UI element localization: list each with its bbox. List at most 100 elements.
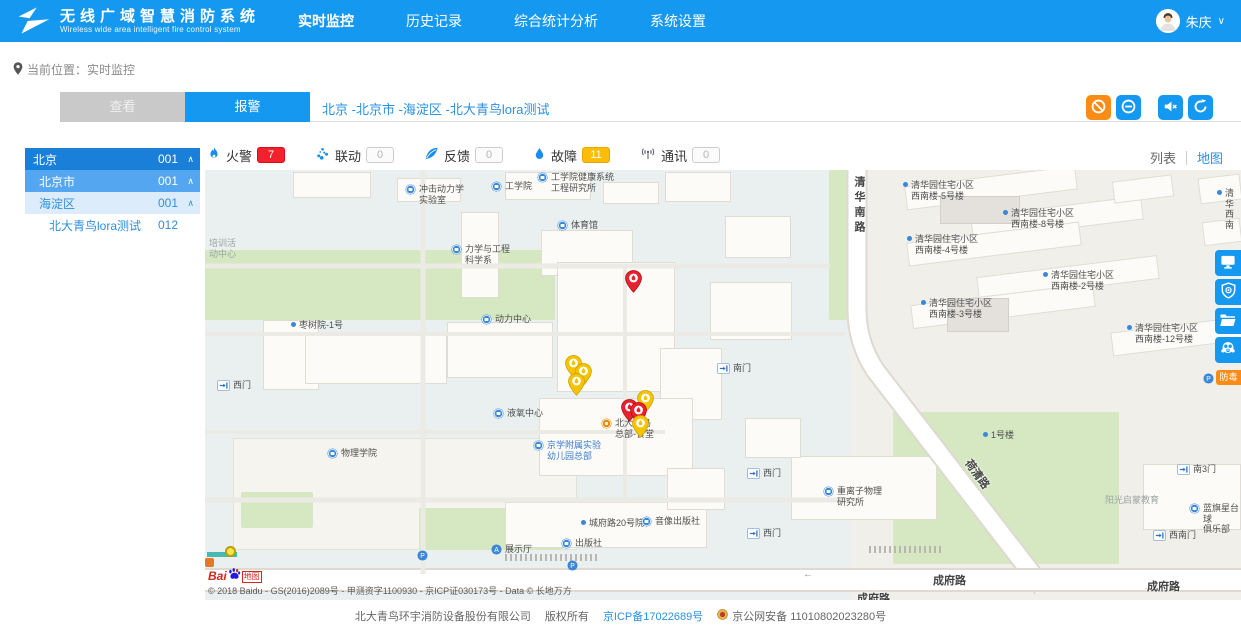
- map-label: 动力中心: [481, 314, 531, 328]
- ban-button[interactable]: [1086, 95, 1111, 120]
- tab-view[interactable]: 查看: [60, 92, 185, 122]
- tree-node-北大青鸟lora测试[interactable]: 北大青鸟lora测试012: [25, 214, 200, 236]
- gasmask-button[interactable]: [1215, 337, 1241, 363]
- nav-item-link[interactable]: 综合统计分析: [514, 11, 598, 31]
- side-tag-gasmask[interactable]: 防毒: [1216, 370, 1241, 385]
- footer-icp-link[interactable]: 京ICP备17022689号: [603, 608, 703, 624]
- circle-minus-button[interactable]: [1116, 95, 1141, 120]
- chevron-up-icon[interactable]: ∧: [178, 176, 194, 187]
- view-toggle: 列表 地图: [1150, 148, 1223, 167]
- map-label-text: 西南门: [1169, 530, 1196, 541]
- map-canvas[interactable]: ← → 冲击动力学 实验室工学院工学院健康系统 工程研究所体育馆力学与工程 科学…: [205, 170, 1241, 600]
- map-label: 城府路20号院: [581, 518, 644, 529]
- fire-alarm-marker[interactable]: [625, 270, 642, 296]
- map-label: 南3门: [1177, 464, 1216, 478]
- map-label-text: 清华园住宅小区 西南楼-4号楼: [915, 234, 978, 255]
- status-count-badge[interactable]: 11: [582, 147, 610, 163]
- user-avatar-icon: [1156, 9, 1180, 33]
- map-label-text: 清华园住宅小区 西南楼-12号楼: [1135, 323, 1198, 344]
- map-roads: [205, 170, 1241, 600]
- road-label: 成府路: [933, 572, 966, 588]
- map-label: 清华园住宅小区 西南楼-12号楼: [1127, 323, 1198, 344]
- map-label: 京学附属实验 幼儿园总部: [533, 440, 601, 461]
- shield-gear-button[interactable]: [1215, 279, 1241, 305]
- tree-node-北京市[interactable]: 北京市001∧: [25, 170, 200, 192]
- map-label: 南门: [717, 363, 751, 377]
- map-label: 清华园住宅小区 西南楼-3号楼: [921, 298, 992, 319]
- mute-button[interactable]: [1158, 95, 1183, 120]
- nav-item-active[interactable]: 实时监控: [298, 11, 354, 31]
- nav-item-link[interactable]: 历史记录: [406, 11, 462, 31]
- folder-button[interactable]: [1215, 308, 1241, 334]
- chevron-up-icon[interactable]: ∧: [178, 154, 194, 165]
- app-title: 无线广域智慧消防系统: [60, 8, 260, 25]
- feedback-icon: [424, 146, 439, 164]
- chevron-down-icon: ∨: [1218, 16, 1225, 27]
- status-label: 联动: [335, 146, 361, 165]
- toggle-map[interactable]: 地图: [1197, 148, 1223, 167]
- app-header: 无线广域智慧消防系统 Wireless wide area intelligen…: [0, 0, 1241, 42]
- map-label-text: 力学与工程 科学系: [465, 244, 510, 265]
- map-label-text: 动力中心: [495, 314, 531, 325]
- map-label: 枣树院-1号: [291, 320, 343, 331]
- status-label: 反馈: [444, 146, 470, 165]
- map-label-text: 西门: [763, 528, 781, 539]
- map-label: 工学院: [491, 181, 532, 195]
- svg-text:A: A: [494, 547, 499, 554]
- status-count-badge[interactable]: 0: [692, 147, 720, 163]
- tree-node-海淀区[interactable]: 海淀区001∧: [25, 192, 200, 214]
- map-label: 清华园住宅小区 西南楼-5号楼: [903, 180, 974, 201]
- map-label: 清华园住宅小区 西南楼-8号楼: [1003, 208, 1074, 229]
- fault-marker[interactable]: [568, 373, 585, 399]
- gate-icon: [747, 528, 760, 542]
- map-label-text: 京学附属实验 幼儿园总部: [547, 440, 601, 461]
- chevron-up-icon[interactable]: ∧: [178, 198, 194, 209]
- poi-dot-icon: [1127, 325, 1132, 330]
- status-count-badge[interactable]: 0: [366, 147, 394, 163]
- baidu-logo[interactable]: Bai 地图: [208, 567, 262, 583]
- map-attribution: © 2018 Baidu - GS(2016)2089号 - 甲测资字11009…: [208, 584, 572, 597]
- map-label-text: 阳光启蒙教育: [1105, 495, 1159, 506]
- status-item-通讯: 通讯 0: [640, 146, 720, 165]
- poi-icon: [493, 408, 504, 422]
- poi-dot-icon: [921, 300, 926, 305]
- tab-alarm[interactable]: 报警: [185, 92, 310, 122]
- poi-p-icon: P: [417, 550, 428, 564]
- page-footer: 北大青鸟环宇消防设备股份有限公司 版权所有 京ICP备17022689号 京公网…: [0, 608, 1241, 624]
- fault-marker[interactable]: [632, 415, 649, 441]
- map-label: P: [1203, 373, 1214, 387]
- map-label-text: 清华园住宅小区 西南楼-3号楼: [929, 298, 992, 319]
- user-menu[interactable]: 朱庆 ∨: [1156, 0, 1225, 42]
- map-label: 清华 西南: [1217, 188, 1241, 230]
- svg-text:P: P: [1206, 376, 1211, 383]
- poi-dot-icon: [983, 432, 988, 437]
- tree-node-count: 001: [158, 174, 178, 188]
- map-label-text: 西门: [763, 468, 781, 479]
- map-label-text: 清华园住宅小区 西南楼-8号楼: [1011, 208, 1074, 229]
- map-label-text: 南门: [733, 363, 751, 374]
- status-count-badge[interactable]: 0: [475, 147, 503, 163]
- map-fence: [869, 546, 941, 553]
- map-label: 冲击动力学 实验室: [405, 184, 464, 205]
- map-label: 重离子物理 研究所: [823, 486, 882, 507]
- status-label: 通讯: [661, 146, 687, 165]
- folder-icon: [1219, 312, 1237, 331]
- road-direction-arrow: ←: [803, 569, 813, 580]
- user-name: 朱庆: [1186, 12, 1212, 31]
- toggle-list[interactable]: 列表: [1150, 148, 1176, 167]
- monitor-button[interactable]: [1215, 250, 1241, 276]
- ban-icon: [1090, 98, 1107, 118]
- nav-item-link[interactable]: 系统设置: [650, 11, 706, 31]
- status-item-联动: 联动 0: [315, 146, 394, 165]
- monitor-icon: [1219, 253, 1237, 273]
- breadcrumb: 当前位置：实时监控: [13, 61, 135, 78]
- app-subtitle: Wireless wide area intelligent fire cont…: [60, 25, 260, 34]
- main-nav: 实时监控 历史记录 综合统计分析 系统设置: [298, 11, 706, 31]
- tree-node-北京[interactable]: 北京001∧: [25, 148, 200, 170]
- circle-minus-icon: [1120, 98, 1137, 118]
- map-label-text: 展示厅: [505, 544, 532, 555]
- poi-dot-icon: [1043, 272, 1048, 277]
- gate-icon: [217, 380, 230, 394]
- refresh-button[interactable]: [1188, 95, 1213, 120]
- status-count-badge[interactable]: 7: [257, 147, 285, 163]
